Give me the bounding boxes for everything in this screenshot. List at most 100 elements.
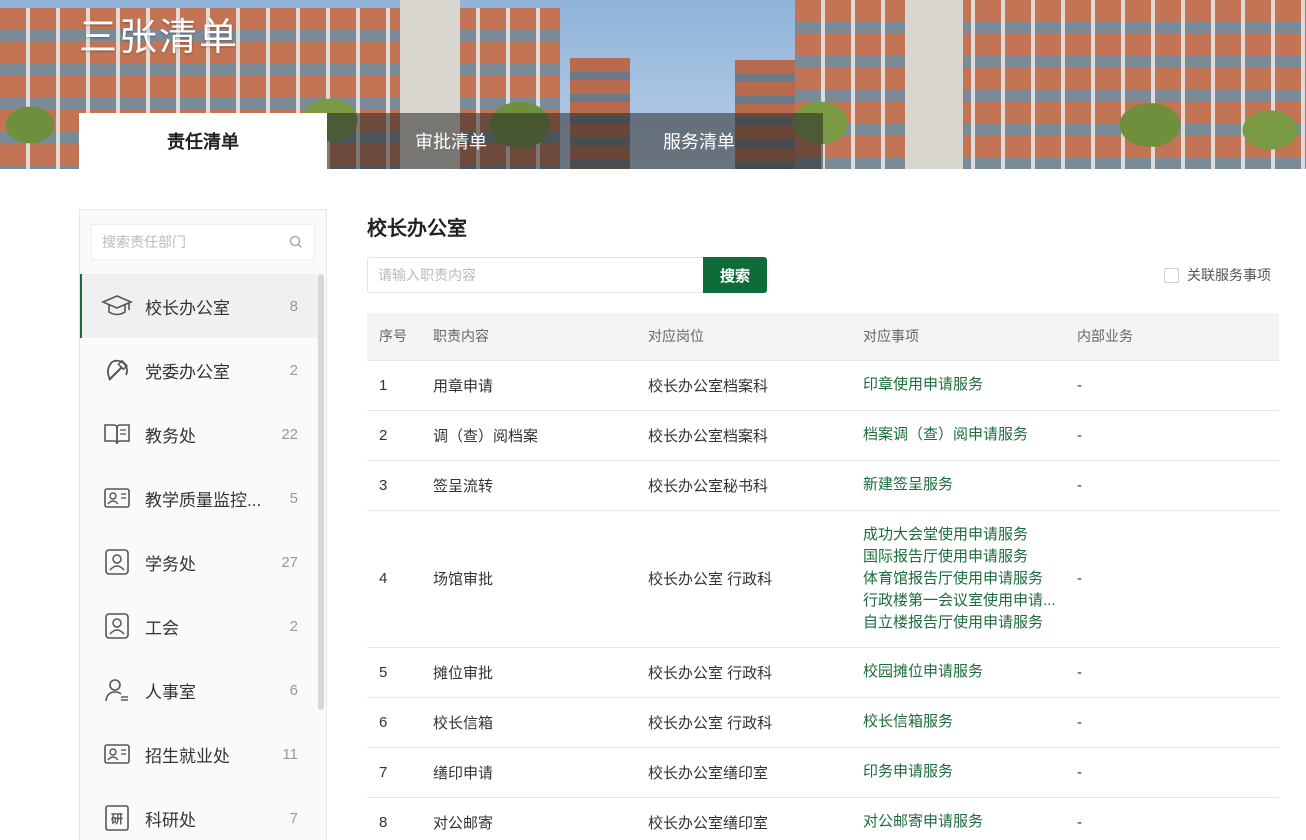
row-internal: -	[1077, 647, 1279, 698]
sidebar-item-party-office[interactable]: 党委办公室 2	[80, 338, 318, 402]
duty-search-bar: 搜索 关联服务事项	[367, 257, 1279, 293]
sidebar-item-label: 教务处	[145, 426, 196, 446]
sidebar-item-student-affairs[interactable]: 学务处 27	[80, 530, 318, 594]
sidebar-item-union[interactable]: 工会 2	[80, 594, 318, 658]
page-title: 三张清单	[79, 17, 240, 59]
row-content: 对公邮寄	[433, 797, 648, 840]
row-services: 校园摊位申请服务	[863, 647, 1077, 698]
row-no: 6	[367, 697, 433, 748]
department-sidebar: 校长办公室 8 党委办公室 2 教务处 22 教学质量监控... 5	[79, 209, 327, 840]
column-header-content: 职责内容	[433, 313, 648, 361]
duty-search-input[interactable]	[367, 257, 703, 293]
sidebar-scrollbar[interactable]	[318, 274, 324, 710]
sidebar-item-count: 2	[289, 361, 298, 379]
row-no: 2	[367, 410, 433, 461]
row-content: 校长信箱	[433, 697, 648, 748]
sidebar-item-count: 5	[289, 489, 298, 507]
row-content: 调（查）阅档案	[433, 410, 648, 461]
sidebar-item-label: 校长办公室	[145, 298, 230, 318]
table-row: 1 用章申请 校长办公室档案科 印章使用申请服务 -	[367, 360, 1279, 411]
row-services: 成功大会堂使用申请服务 国际报告厅使用申请服务 体育馆报告厅使用申请服务 行政楼…	[863, 510, 1077, 648]
service-link[interactable]: 校长信箱服务	[863, 711, 1063, 733]
table-row: 7 缮印申请 校长办公室缮印室 印务申请服务 -	[367, 747, 1279, 798]
service-link[interactable]: 行政楼第一会议室使用申请...	[863, 590, 1063, 612]
row-services: 校长信箱服务	[863, 697, 1077, 748]
table-header-row: 序号 职责内容 对应岗位 对应事项 内部业务	[367, 313, 1279, 361]
id-card-icon	[100, 737, 134, 771]
sidebar-item-label: 学务处	[145, 554, 196, 574]
open-book-icon	[100, 417, 134, 451]
sidebar-item-label: 科研处	[145, 810, 196, 830]
row-internal: -	[1077, 410, 1279, 461]
service-link[interactable]: 自立楼报告厅使用申请服务	[863, 612, 1063, 634]
row-post: 校长办公室档案科	[648, 360, 863, 411]
service-link[interactable]: 体育馆报告厅使用申请服务	[863, 568, 1063, 590]
search-icon[interactable]	[288, 234, 304, 250]
row-services: 对公邮寄申请服务	[863, 797, 1077, 840]
row-content: 用章申请	[433, 360, 648, 411]
service-link[interactable]: 国际报告厅使用申请服务	[863, 546, 1063, 568]
row-services: 新建签呈服务	[863, 460, 1077, 511]
related-services-checkbox[interactable]: 关联服务事项	[1164, 265, 1271, 285]
column-header-no: 序号	[367, 313, 433, 361]
column-header-services: 对应事项	[863, 313, 1077, 361]
tab-responsibility-list[interactable]: 责任清单	[79, 113, 327, 169]
column-header-internal: 内部业务	[1077, 313, 1279, 361]
sidebar-item-label: 党委办公室	[145, 362, 230, 382]
user-badge-icon	[100, 545, 134, 579]
service-link[interactable]: 成功大会堂使用申请服务	[863, 524, 1063, 546]
row-post: 校长办公室 行政科	[648, 697, 863, 748]
row-post: 校长办公室 行政科	[648, 647, 863, 698]
sidebar-item-academic-affairs[interactable]: 教务处 22	[80, 402, 318, 466]
department-list: 校长办公室 8 党委办公室 2 教务处 22 教学质量监控... 5 学务处 2…	[80, 274, 318, 840]
sidebar-item-research[interactable]: 研 科研处 7	[80, 786, 318, 840]
sidebar-item-principal-office[interactable]: 校长办公室 8	[80, 274, 318, 338]
checkbox-box[interactable]	[1164, 267, 1179, 283]
sidebar-item-personnel[interactable]: 人事室 6	[80, 658, 318, 722]
user-list-icon	[100, 673, 134, 707]
sidebar-item-admissions[interactable]: 招生就业处 11	[80, 722, 318, 786]
row-post: 校长办公室缮印室	[648, 797, 863, 840]
sidebar-item-count: 11	[282, 745, 298, 763]
row-no: 5	[367, 647, 433, 698]
table-row: 2 调（查）阅档案 校长办公室档案科 档案调（查）阅申请服务 -	[367, 410, 1279, 461]
department-search-input[interactable]	[102, 234, 288, 250]
row-content: 签呈流转	[433, 460, 648, 511]
sidebar-item-count: 2	[289, 617, 298, 635]
sidebar-item-label: 招生就业处	[145, 746, 230, 766]
sidebar-item-label: 工会	[145, 618, 179, 638]
sidebar-item-teaching-quality[interactable]: 教学质量监控... 5	[80, 466, 318, 530]
department-title: 校长办公室	[367, 218, 467, 240]
sidebar-item-count: 22	[281, 425, 298, 443]
service-link[interactable]: 档案调（查）阅申请服务	[863, 424, 1063, 446]
row-content: 缮印申请	[433, 747, 648, 798]
row-no: 7	[367, 747, 433, 798]
row-no: 8	[367, 797, 433, 840]
row-internal: -	[1077, 510, 1279, 648]
row-services: 印务申请服务	[863, 747, 1077, 798]
table-row: 3 签呈流转 校长办公室秘书科 新建签呈服务 -	[367, 460, 1279, 511]
service-link[interactable]: 对公邮寄申请服务	[863, 811, 1063, 833]
hammer-sickle-icon	[100, 353, 134, 387]
service-link[interactable]: 校园摊位申请服务	[863, 661, 1063, 683]
service-link[interactable]: 印务申请服务	[863, 761, 1063, 783]
search-button[interactable]: 搜索	[703, 257, 767, 293]
tab-approval-list[interactable]: 审批清单	[327, 113, 575, 169]
sidebar-item-count: 7	[289, 809, 298, 827]
row-content: 场馆审批	[433, 510, 648, 648]
header-banner: 三张清单 责任清单 审批清单 服务清单	[0, 0, 1306, 169]
svg-text:研: 研	[111, 812, 123, 826]
graduation-cap-icon	[100, 289, 134, 323]
service-link[interactable]: 印章使用申请服务	[863, 374, 1063, 396]
sidebar-item-count: 8	[289, 297, 298, 315]
duty-table: 序号 职责内容 对应岗位 对应事项 内部业务 1 用章申请 校长办公室档案科 印…	[367, 313, 1279, 840]
row-internal: -	[1077, 360, 1279, 411]
table-row: 4 场馆审批 校长办公室 行政科 成功大会堂使用申请服务 国际报告厅使用申请服务…	[367, 510, 1279, 648]
service-link[interactable]: 新建签呈服务	[863, 474, 1063, 496]
table-row: 8 对公邮寄 校长办公室缮印室 对公邮寄申请服务 -	[367, 797, 1279, 840]
row-services: 印章使用申请服务	[863, 360, 1077, 411]
tab-service-list[interactable]: 服务清单	[575, 113, 823, 169]
row-internal: -	[1077, 747, 1279, 798]
department-search	[91, 224, 315, 260]
row-no: 3	[367, 460, 433, 511]
